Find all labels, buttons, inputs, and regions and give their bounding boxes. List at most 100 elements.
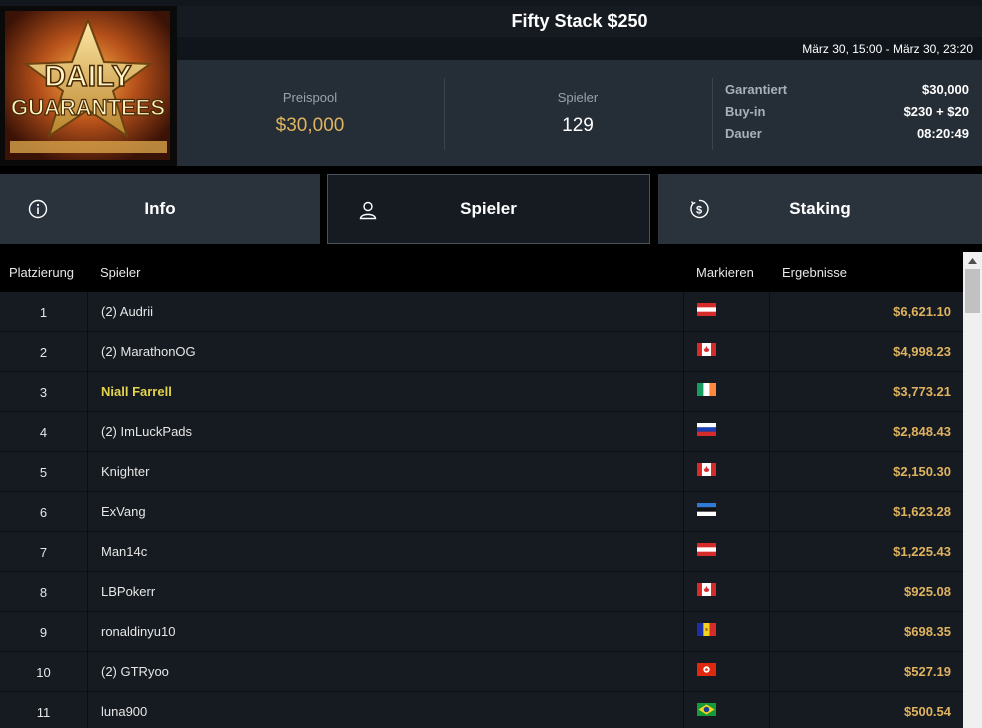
player-name-cell[interactable]: ronaldinyu10 bbox=[87, 612, 683, 651]
player-name-cell[interactable]: Niall Farrell bbox=[87, 372, 683, 411]
ireland-flag-icon bbox=[697, 383, 716, 396]
placement-cell: 3 bbox=[39, 385, 48, 400]
tournament-title: Fifty Stack $250 bbox=[177, 6, 982, 37]
date-range: März 30, 15:00 - März 30, 23:20 bbox=[177, 37, 982, 60]
table-row[interactable]: 6 ExVang $1,623.28 bbox=[0, 492, 963, 532]
user-icon bbox=[358, 200, 378, 220]
table-row[interactable]: 3 Niall Farrell $3,773.21 bbox=[0, 372, 963, 412]
result-cell: $1,225.43 bbox=[769, 532, 963, 571]
divider bbox=[444, 78, 445, 150]
austria-flag-icon bbox=[697, 543, 716, 556]
prize-pool-value: $30,000 bbox=[275, 114, 345, 136]
flag-cell bbox=[683, 692, 769, 728]
table-row[interactable]: 9 ronaldinyu10 $698.35 bbox=[0, 612, 963, 652]
results-table: 1 (2) Audrii $6,621.10 2 (2) MarathonOG $4,99… bbox=[0, 292, 963, 728]
canada-flag-icon bbox=[697, 463, 716, 476]
info-icon bbox=[28, 199, 48, 219]
daily-guarantees-logo: DAILY GUARANTEES bbox=[0, 6, 177, 166]
duration-label: Dauer bbox=[725, 126, 762, 141]
player-name-cell[interactable]: ExVang bbox=[87, 492, 683, 531]
table-row[interactable]: 4 (2) ImLuckPads $2,848.43 bbox=[0, 412, 963, 452]
result-cell: $2,848.43 bbox=[769, 412, 963, 451]
svg-text:$: $ bbox=[696, 204, 702, 216]
guaranteed-label: Garantiert bbox=[725, 82, 788, 97]
divider bbox=[712, 78, 713, 150]
placement-cell: 6 bbox=[39, 505, 48, 520]
duration-row: Dauer 08:20:49 bbox=[725, 126, 969, 148]
result-cell: $500.54 bbox=[769, 692, 963, 728]
duration-value: 08:20:49 bbox=[916, 126, 969, 141]
table-header: Platzierung Spieler Markieren Ergebnisse bbox=[0, 252, 963, 292]
table-row[interactable]: 11 luna900 $500.54 bbox=[0, 692, 963, 728]
scroll-up-arrow-icon[interactable] bbox=[963, 252, 982, 269]
tournament-details: Garantiert $30,000 Buy-in $230 + $20 Dau… bbox=[725, 82, 969, 148]
brazil-flag-icon bbox=[697, 703, 716, 716]
russia-flag-icon bbox=[697, 423, 716, 436]
tab-spieler[interactable]: Spieler bbox=[327, 174, 650, 244]
flag-cell bbox=[683, 532, 769, 571]
column-player[interactable]: Spieler bbox=[100, 265, 140, 280]
player-name-cell[interactable]: (2) ImLuckPads bbox=[87, 412, 683, 451]
player-name-cell[interactable]: (2) Audrii bbox=[87, 292, 683, 331]
player-name-cell[interactable]: Knighter bbox=[87, 452, 683, 491]
buyin-label: Buy-in bbox=[725, 104, 766, 119]
guaranteed-row: Garantiert $30,000 bbox=[725, 82, 969, 104]
flag-cell bbox=[683, 292, 769, 331]
result-cell: $1,623.28 bbox=[769, 492, 963, 531]
player-name-cell[interactable]: LBPokerr bbox=[87, 572, 683, 611]
tab-staking[interactable]: $ Staking bbox=[658, 174, 982, 244]
placement-cell: 10 bbox=[36, 665, 51, 680]
tournament-info-panel: Preispool $30,000 Spieler 129 Garantiert… bbox=[177, 60, 982, 166]
flag-cell bbox=[683, 572, 769, 611]
player-name-cell[interactable]: (2) GTRyoo bbox=[87, 652, 683, 691]
placement-cell: 7 bbox=[39, 545, 48, 560]
column-flag[interactable]: Markieren bbox=[696, 265, 754, 280]
andorra-flag-icon bbox=[697, 623, 716, 636]
result-cell: $925.08 bbox=[769, 572, 963, 611]
players-label: Spieler bbox=[557, 89, 599, 105]
scrollbar[interactable] bbox=[963, 252, 982, 728]
tab-info-label: Info bbox=[144, 199, 176, 218]
player-name-cell[interactable]: luna900 bbox=[87, 692, 683, 728]
flag-cell bbox=[683, 652, 769, 691]
table-row[interactable]: 7 Man14c $1,225.43 bbox=[0, 532, 963, 572]
result-cell: $3,773.21 bbox=[769, 372, 963, 411]
table-row[interactable]: 5 Knighter $2,150.30 bbox=[0, 452, 963, 492]
table-row[interactable]: 2 (2) MarathonOG $4,998.23 bbox=[0, 332, 963, 372]
tab-staking-label: Staking bbox=[789, 199, 851, 218]
tab-spieler-label: Spieler bbox=[460, 199, 517, 218]
placement-cell: 9 bbox=[39, 625, 48, 640]
flag-cell bbox=[683, 372, 769, 411]
buyin-value: $230 + $20 bbox=[903, 104, 969, 119]
column-results[interactable]: Ergebnisse bbox=[782, 265, 847, 280]
canada-flag-icon bbox=[697, 583, 716, 596]
table-row[interactable]: 10 (2) GTRyoo $527.19 bbox=[0, 652, 963, 692]
column-placement[interactable]: Platzierung bbox=[9, 265, 74, 280]
placement-cell: 8 bbox=[39, 585, 48, 600]
prize-pool-label: Preispool bbox=[282, 89, 338, 105]
canada-flag-icon bbox=[697, 343, 716, 356]
tab-info[interactable]: Info bbox=[0, 174, 320, 244]
hong-kong-flag-icon bbox=[697, 663, 716, 676]
player-name-cell[interactable]: (2) MarathonOG bbox=[87, 332, 683, 371]
austria-flag-icon bbox=[697, 303, 716, 316]
players-value: 129 bbox=[562, 114, 594, 136]
result-cell: $4,998.23 bbox=[769, 332, 963, 371]
buyin-row: Buy-in $230 + $20 bbox=[725, 104, 969, 126]
flag-cell bbox=[683, 452, 769, 491]
table-row[interactable]: 1 (2) Audrii $6,621.10 bbox=[0, 292, 963, 332]
placement-cell: 11 bbox=[36, 705, 51, 720]
placement-cell: 5 bbox=[39, 465, 48, 480]
table-row[interactable]: 8 LBPokerr $925.08 bbox=[0, 572, 963, 612]
scroll-thumb[interactable] bbox=[965, 269, 980, 313]
svg-text:DAILY: DAILY bbox=[44, 60, 131, 93]
flag-cell bbox=[683, 492, 769, 531]
placement-cell: 1 bbox=[39, 305, 48, 320]
estonia-flag-icon bbox=[697, 503, 716, 516]
result-cell: $6,621.10 bbox=[769, 292, 963, 331]
placement-cell: 2 bbox=[39, 345, 48, 360]
prize-pool-stat: Preispool $30,000 bbox=[232, 60, 388, 166]
flag-cell bbox=[683, 612, 769, 651]
result-cell: $698.35 bbox=[769, 612, 963, 651]
player-name-cell[interactable]: Man14c bbox=[87, 532, 683, 571]
